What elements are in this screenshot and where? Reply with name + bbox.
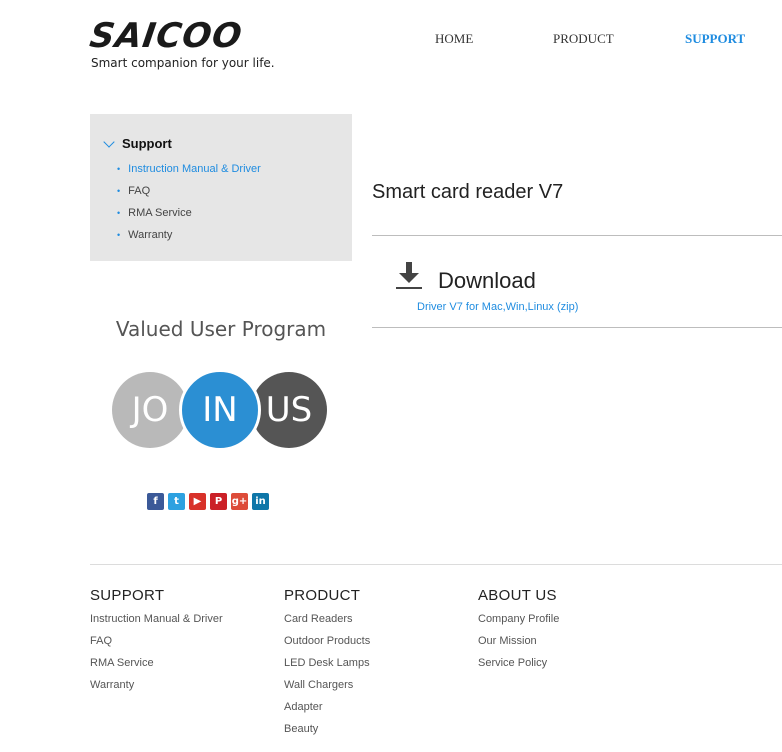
join-circle-jo: JO — [112, 372, 188, 448]
footer-about-column: ABOUT US Company Profile Our Mission Ser… — [478, 587, 559, 678]
join-circle-in: IN — [179, 369, 261, 451]
sidebar-link[interactable]: Instruction Manual & Driver — [128, 163, 261, 175]
support-sidebar: Support • Instruction Manual & Driver • FA… — [90, 114, 352, 261]
footer-link[interactable]: Adapter — [284, 701, 323, 713]
bullet-icon: • — [117, 164, 121, 174]
divider — [372, 327, 782, 328]
join-us-banner[interactable]: JO IN US — [112, 356, 328, 464]
logo-wordmark: SAICOO — [87, 16, 246, 56]
sidebar-item-instruction-manual: • Instruction Manual & Driver — [117, 162, 261, 184]
youtube-icon[interactable]: ▶ — [189, 493, 206, 510]
sidebar-link[interactable]: RMA Service — [128, 207, 192, 219]
footer-link[interactable]: LED Desk Lamps — [284, 657, 370, 669]
footer-support-column: SUPPORT Instruction Manual & Driver FAQ … — [90, 587, 223, 700]
sidebar-menu: • Instruction Manual & Driver • FAQ • RMA S… — [117, 162, 261, 250]
footer-link[interactable]: Wall Chargers — [284, 679, 353, 691]
nav-support[interactable]: SUPPORT — [685, 31, 745, 47]
footer-product-heading: PRODUCT — [284, 587, 361, 604]
footer-divider — [90, 564, 782, 565]
twitter-icon[interactable]: t — [168, 493, 185, 510]
logo-tagline: Smart companion for your life. — [91, 56, 275, 70]
footer-link[interactable]: RMA Service — [90, 657, 154, 669]
footer-product-column: PRODUCT Card Readers Outdoor Products LE… — [284, 587, 370, 744]
download-section-header: Download — [396, 258, 536, 294]
footer-support-heading: SUPPORT — [90, 587, 165, 604]
divider — [372, 235, 782, 236]
nav-home[interactable]: HOME — [435, 31, 473, 47]
download-heading: Download — [438, 268, 536, 293]
sidebar-link[interactable]: FAQ — [128, 185, 150, 197]
sidebar-item-warranty: • Warranty — [117, 228, 261, 250]
footer-link[interactable]: Company Profile — [478, 613, 559, 625]
footer-link[interactable]: Card Readers — [284, 613, 352, 625]
site-logo[interactable]: SAICOO Smart companion for your life. — [87, 16, 275, 70]
sidebar-heading-label: Support — [122, 136, 172, 151]
footer-link[interactable]: Instruction Manual & Driver — [90, 613, 223, 625]
bullet-icon: • — [117, 230, 121, 240]
product-title: Smart card reader V7 — [372, 181, 564, 203]
footer-link[interactable]: Beauty — [284, 723, 318, 735]
footer-link[interactable]: Service Policy — [478, 657, 547, 669]
sidebar-item-rma-service: • RMA Service — [117, 206, 261, 228]
download-icon — [396, 262, 422, 290]
footer-about-heading: ABOUT US — [478, 587, 557, 604]
googleplus-icon[interactable]: g+ — [231, 493, 248, 510]
bullet-icon: • — [117, 186, 121, 196]
sidebar-heading[interactable]: Support — [103, 135, 172, 151]
nav-product[interactable]: PRODUCT — [553, 31, 614, 47]
join-circle-us: US — [251, 372, 327, 448]
footer-link[interactable]: Outdoor Products — [284, 635, 370, 647]
driver-download-link[interactable]: Driver V7 for Mac,Win,Linux (zip) — [417, 301, 578, 313]
chevron-down-icon — [103, 135, 115, 148]
sidebar-link[interactable]: Warranty — [128, 229, 172, 241]
bullet-icon: • — [117, 208, 121, 218]
linkedin-icon[interactable]: in — [252, 493, 269, 510]
footer-link[interactable]: FAQ — [90, 635, 112, 647]
footer-link[interactable]: Warranty — [90, 679, 134, 691]
valued-user-program-title: Valued User Program — [115, 317, 327, 341]
social-links: f t ▶ P g+ in — [147, 493, 269, 510]
footer-link[interactable]: Our Mission — [478, 635, 537, 647]
pinterest-icon[interactable]: P — [210, 493, 227, 510]
facebook-icon[interactable]: f — [147, 493, 164, 510]
sidebar-item-faq: • FAQ — [117, 184, 261, 206]
